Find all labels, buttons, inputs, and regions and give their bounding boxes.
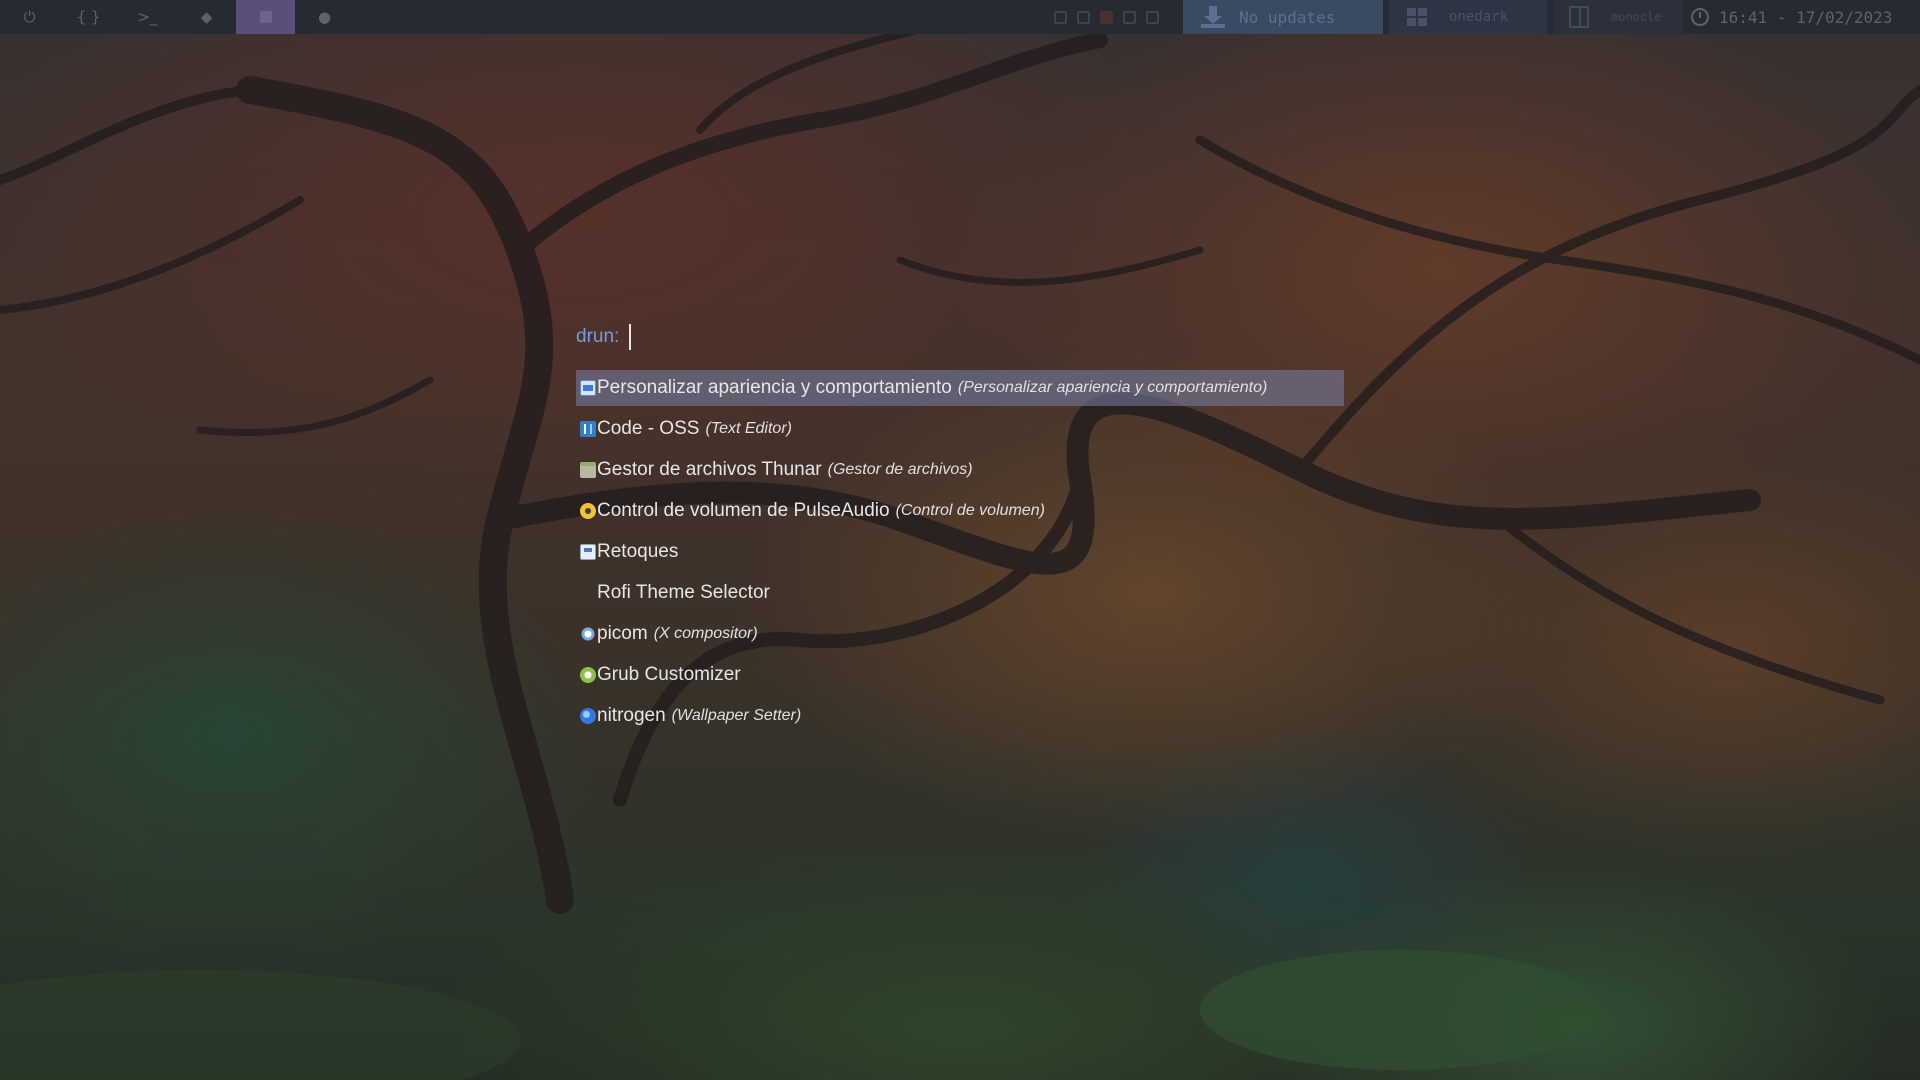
tray-display-icon[interactable] <box>1077 10 1090 24</box>
top-bar: ⏻ { } >_ ◆ ● No updates onedark monocle … <box>0 0 1920 34</box>
launcher-prompt: drun: <box>576 326 620 347</box>
launcher-item-picom[interactable]: picom (X compositor) <box>576 616 1344 652</box>
launcher-input-row[interactable]: drun: <box>576 320 1344 354</box>
workspace-1-power-icon[interactable]: ⏻ <box>0 0 59 34</box>
updates-label: No updates <box>1239 7 1336 27</box>
grid-icon <box>1407 8 1427 26</box>
tray-monitor-icon[interactable] <box>1123 10 1136 24</box>
workspace-3-terminal-icon[interactable]: >_ <box>118 0 177 34</box>
clock-icon <box>1691 8 1709 26</box>
tray-trash-icon[interactable] <box>1100 10 1113 24</box>
item-name: nitrogen <box>597 705 666 726</box>
item-name: Personalizar apariencia y comportamiento <box>597 377 952 398</box>
text-cursor <box>629 324 632 350</box>
tweaks-icon <box>580 544 596 560</box>
workspace-4-layers-icon[interactable]: ◆ <box>177 0 236 34</box>
nitrogen-icon <box>580 708 596 724</box>
download-icon <box>1201 6 1225 28</box>
active-workspace-icon <box>259 11 272 23</box>
item-desc: (Control de volumen) <box>895 502 1045 519</box>
launcher-item-retoques[interactable]: Retoques <box>576 534 1344 570</box>
launcher-item-code-oss[interactable]: Code - OSS (Text Editor) <box>576 411 1344 447</box>
item-name: Gestor de archivos Thunar <box>597 459 822 480</box>
workspace-2-braces-icon[interactable]: { } <box>59 0 118 34</box>
launcher-item-personalizar[interactable]: Personalizar apariencia y comportamiento… <box>576 370 1344 406</box>
grub-icon <box>580 667 596 683</box>
code-icon <box>580 421 596 437</box>
theme-module[interactable]: onedark <box>1389 0 1547 34</box>
tray-volume-icon[interactable] <box>1146 10 1159 24</box>
item-desc: (Text Editor) <box>705 420 792 437</box>
clock-label: 16:41 - 17/02/2023 <box>1719 7 1893 27</box>
item-desc: (Wallpaper Setter) <box>671 707 802 724</box>
picom-icon <box>580 626 596 642</box>
launcher-results: Personalizar apariencia y comportamiento… <box>576 370 1344 734</box>
tray-window-icon[interactable] <box>1054 10 1067 24</box>
blank-icon <box>580 585 596 601</box>
item-name: Code - OSS <box>597 418 700 439</box>
item-name: Retoques <box>597 541 679 562</box>
workspace-5-active[interactable] <box>236 0 295 34</box>
layout-label: monocle <box>1611 10 1662 24</box>
item-name: picom <box>597 623 648 644</box>
item-name: Grub Customizer <box>597 664 741 685</box>
updates-module[interactable]: No updates <box>1183 0 1383 34</box>
layout-module[interactable]: monocle <box>1553 0 1683 34</box>
workspace-6-record-icon[interactable]: ● <box>295 0 354 34</box>
folder-icon <box>580 462 596 478</box>
system-tray <box>1054 0 1159 34</box>
launcher-item-rofi-theme-selector[interactable]: Rofi Theme Selector <box>576 575 1344 611</box>
launcher-item-pulseaudio[interactable]: Control de volumen de PulseAudio (Contro… <box>576 493 1344 529</box>
volume-icon <box>580 503 596 519</box>
launcher-item-nitrogen[interactable]: nitrogen (Wallpaper Setter) <box>576 698 1344 734</box>
layout-icon <box>1569 6 1589 28</box>
window-icon <box>580 380 596 396</box>
theme-label: onedark <box>1449 9 1509 25</box>
item-desc: (Gestor de archivos) <box>827 461 973 478</box>
item-desc: (X compositor) <box>653 625 758 642</box>
app-launcher: drun: Personalizar apariencia y comporta… <box>576 320 1344 739</box>
item-desc: (Personalizar apariencia y comportamient… <box>957 379 1268 396</box>
item-name: Control de volumen de PulseAudio <box>597 500 890 521</box>
clock-module[interactable]: 16:41 - 17/02/2023 <box>1687 0 1920 34</box>
item-name: Rofi Theme Selector <box>597 582 770 603</box>
launcher-item-thunar[interactable]: Gestor de archivos Thunar (Gestor de arc… <box>576 452 1344 488</box>
launcher-item-grub-customizer[interactable]: Grub Customizer <box>576 657 1344 693</box>
